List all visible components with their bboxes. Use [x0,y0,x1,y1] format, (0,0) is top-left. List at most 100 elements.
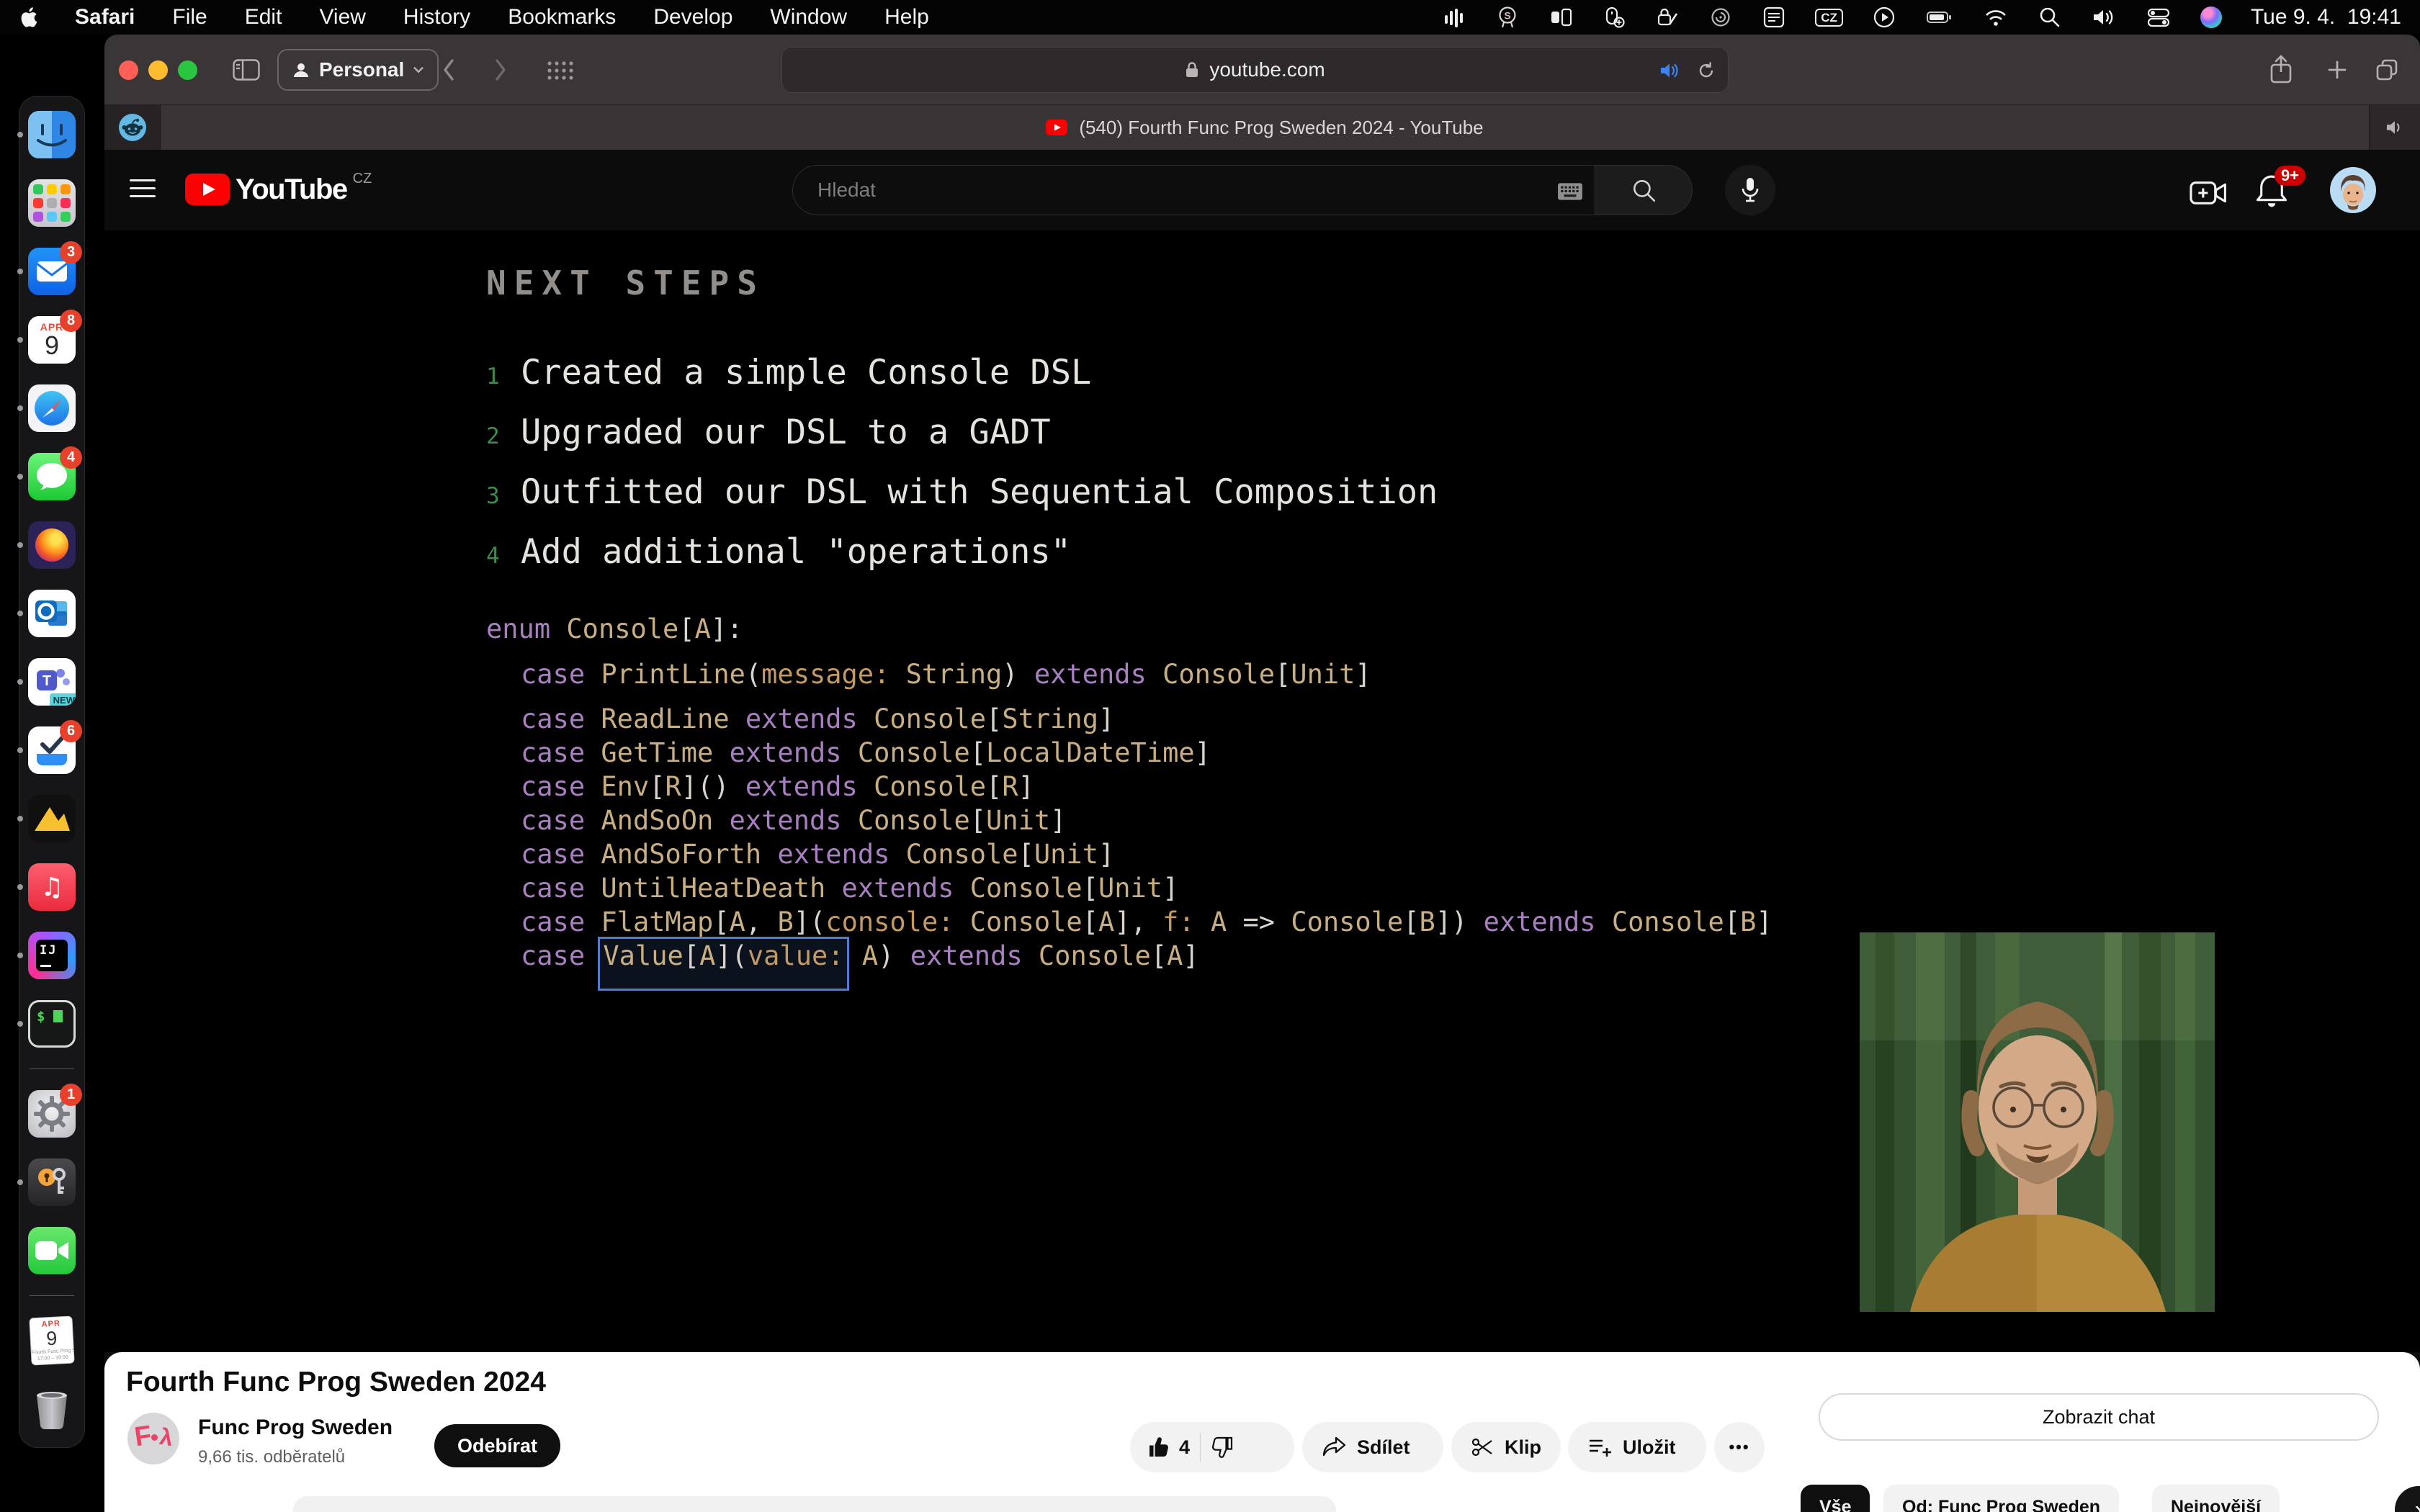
minimize-window-button[interactable] [148,60,168,80]
save-button[interactable]: Uložit [1568,1422,1706,1472]
search-button[interactable] [1595,165,1693,215]
dock-item-trash[interactable] [28,1385,76,1433]
back-button[interactable] [442,58,456,81]
close-window-button[interactable] [119,60,138,80]
dock-item-things-tasks[interactable]: 6 [28,726,76,774]
stage-manager-icon[interactable] [1549,5,1573,30]
more-actions-button[interactable]: ••• [1714,1422,1765,1472]
dock-item-intellij-idea[interactable]: IJ [28,932,76,979]
tab-overview-grid-icon[interactable] [545,59,575,82]
code-line: case ReadLine extends Console[String] [486,702,1773,736]
dock: 3 APR98 4 TNEW 6 ♫ IJ $ 1 APR9Fourth Func Prog S… [19,96,85,1448]
dock-item-system-settings[interactable]: 1 [28,1090,76,1138]
slide-step: 1Created a simple Console DSL [486,353,1438,413]
wifi-icon[interactable] [1983,5,2009,30]
description-box[interactable] [293,1496,1336,1512]
running-indicator [17,816,23,822]
chat-filter-chip[interactable]: Od: Func Prog Sweden [1883,1485,2119,1512]
password-lock-icon[interactable] [1655,5,1680,30]
hamburger-menu-icon[interactable] [130,179,156,197]
menu-bar-clock[interactable]: Tue 9. 4. 19:41 [2251,5,2401,30]
create-video-icon[interactable] [2190,179,2227,207]
code-block: enum Console[A]:case PrintLine(message: … [486,612,1773,973]
voice-search-button[interactable] [1725,165,1775,215]
sidebar-toggle-button[interactable] [233,59,260,81]
svg-text:S: S [1505,10,1511,22]
dock-item-outlook[interactable] [28,590,76,637]
reddit-favicon [119,114,146,141]
dock-item-calendar-event-file[interactable]: APR9Fourth Func Prog Swed..17:00 – 19:00 [28,1317,76,1364]
pinned-tab-reddit[interactable] [104,105,161,150]
dock-item-messages[interactable]: 4 [28,453,76,500]
control-center-icon[interactable] [2146,5,2172,30]
chat-filter-chip[interactable]: Vše [1801,1485,1870,1512]
account-avatar[interactable] [2330,167,2376,213]
search-input[interactable] [817,179,1551,202]
zoom-window-button[interactable] [178,60,197,80]
show-chat-button[interactable]: Zobrazit chat [1819,1393,2379,1441]
like-button[interactable]: 4 [1146,1435,1190,1459]
lock-icon [1185,60,1199,79]
dock-item-music[interactable]: ♫ [28,863,76,911]
menu-history[interactable]: History [403,5,470,30]
slide-step: 4Add additional "operations" [486,532,1438,592]
menu-safari[interactable]: Safari [75,5,135,30]
tab-overview-icon[interactable] [2375,58,2399,82]
menu-help[interactable]: Help [884,5,929,30]
menu-bar: Safari File Edit View History Bookmarks Develo… [0,0,2420,35]
dock-item-terminal[interactable]: $ [28,1000,76,1048]
menu-develop[interactable]: Develop [653,5,732,30]
setapp-icon[interactable]: S [1495,5,1520,30]
menu-view[interactable]: View [319,5,365,30]
dock-item-finder[interactable] [28,111,76,158]
tab-audio-indicator-icon[interactable] [2385,119,2405,136]
dock-item-facetime[interactable] [28,1227,76,1274]
text-recognition-icon[interactable] [1762,5,1786,30]
dock-item-launchpad[interactable] [28,179,76,227]
volume-icon[interactable] [2091,5,2117,30]
subscribe-button[interactable]: Odebírat [434,1424,560,1467]
dock-item-mail[interactable]: 3 [28,248,76,295]
dock-item-keychain[interactable] [28,1158,76,1206]
spotlight-icon[interactable] [2038,5,2062,30]
siri-icon[interactable] [2200,6,2222,28]
dock-item-calendar[interactable]: APR98 [28,316,76,364]
chat-filter-chip[interactable]: Nejnovější [2152,1485,2280,1512]
youtube-logo[interactable]: YouTube CZ [185,174,372,205]
keyboard-icon[interactable] [1557,182,1583,201]
channel-avatar[interactable]: Fλ [127,1413,179,1464]
menu-bookmarks[interactable]: Bookmarks [508,5,616,30]
menu-edit[interactable]: Edit [245,5,282,30]
video-player[interactable]: NEXT STEPS 1Created a simple Console DSL… [104,230,2420,1352]
new-tab-plus-icon[interactable] [2326,59,2348,81]
apple-menu-icon[interactable] [19,6,37,29]
menu-window[interactable]: Window [770,5,847,30]
dock-item-microsoft-teams[interactable]: TNEW [28,658,76,706]
dock-item-safari[interactable] [28,384,76,432]
running-indicator [17,679,23,685]
running-indicator [17,611,23,616]
dock-divider [30,1295,74,1296]
input-source-czech[interactable]: CZ [1815,9,1843,27]
dock-item-firefox[interactable] [28,521,76,569]
menu-file[interactable]: File [172,5,207,30]
share-button[interactable]: Sdílet [1302,1422,1443,1472]
tab-audio-mute-icon[interactable] [1659,61,1680,80]
chip-scroll-button[interactable]: › [2395,1486,2420,1512]
clip-button[interactable]: Klip [1451,1422,1561,1472]
dock-item-mountain-app[interactable] [28,795,76,842]
audio-levels-icon[interactable] [1442,5,1466,30]
dislike-button[interactable] [1211,1435,1235,1459]
peripheral-icon[interactable] [1602,5,1626,30]
time-machine-icon[interactable] [1708,5,1733,30]
active-tab[interactable]: (540) Fourth Func Prog Sweden 2024 - You… [161,105,2370,150]
share-icon[interactable] [2269,55,2293,85]
forward-button[interactable] [493,58,508,81]
reload-icon[interactable] [1696,60,1716,81]
search-box[interactable] [792,165,1595,215]
address-bar[interactable]: youtube.com [781,47,1729,93]
profile-button[interactable]: Personal [277,49,439,91]
media-play-icon[interactable] [1872,5,1896,30]
battery-icon[interactable] [1925,5,1954,30]
channel-name[interactable]: Func Prog Sweden [198,1416,393,1440]
